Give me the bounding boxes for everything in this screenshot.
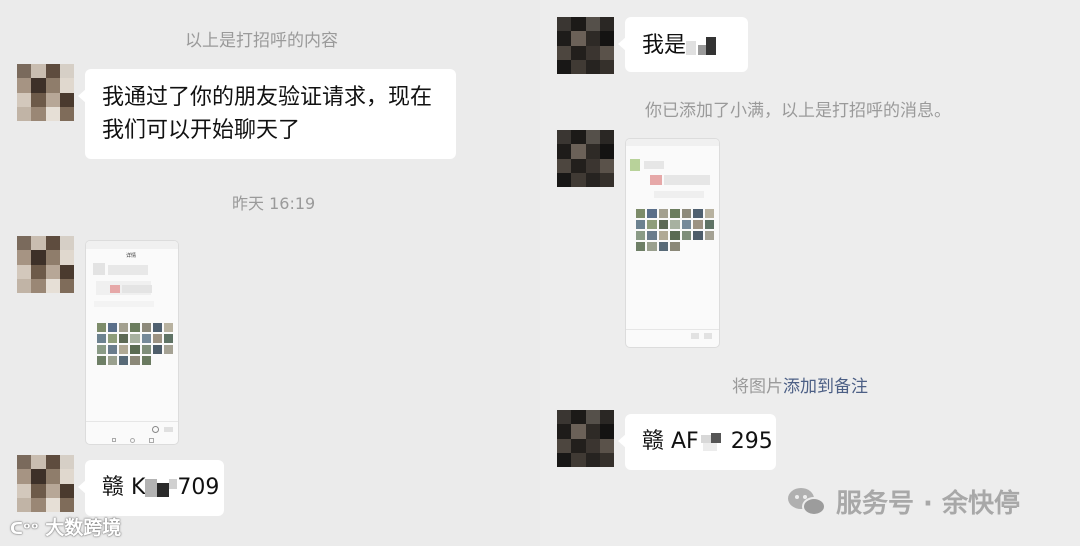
emoji-icon bbox=[152, 426, 159, 433]
timestamp: 昨天 16:19 bbox=[232, 194, 316, 213]
photo-grid bbox=[636, 209, 714, 251]
intro-text: 我是 bbox=[642, 33, 687, 58]
wechat-icon bbox=[788, 486, 828, 518]
nav-back-icon bbox=[112, 438, 116, 442]
left-chat-panel: 以上是打招呼的内容 我通过了你的朋友验证请求，现在 我们可以开始聊天了 昨天 1… bbox=[0, 0, 540, 546]
screenshot-title: 详情 bbox=[126, 253, 137, 259]
watermark-logo-icon: ᑕᵒᵒ bbox=[10, 519, 39, 538]
censored-mosaic bbox=[686, 35, 718, 57]
message-bubble-plate-number[interactable]: 赣 AF 295 bbox=[618, 414, 776, 470]
message-text-line: 我通过了你的朋友验证请求，现在 bbox=[102, 85, 433, 110]
add-to-remark-link[interactable]: 添加到备注 bbox=[783, 377, 868, 397]
screenshot-image-message[interactable]: 详情 bbox=[85, 240, 179, 445]
censored-mosaic bbox=[145, 477, 178, 499]
plate-prefix: 赣 K bbox=[102, 475, 146, 500]
image-remark-prefix: 将图片 bbox=[732, 377, 783, 397]
plate-suffix: 709 bbox=[177, 475, 220, 500]
nav-recent-icon bbox=[149, 438, 154, 443]
contact-avatar[interactable] bbox=[17, 455, 74, 512]
plate-suffix: 295 bbox=[730, 429, 773, 454]
contact-avatar[interactable] bbox=[17, 236, 74, 293]
message-bubble-plate-number[interactable]: 赣 K 709 bbox=[78, 460, 224, 516]
nav-home-icon bbox=[130, 438, 135, 443]
right-chat-panel: 我是 你已添加了小满，以上是打招呼的消息。 将图片添加到备注 赣 AF 295 bbox=[540, 0, 1080, 546]
watermark-left-text: 大数跨境 bbox=[45, 517, 122, 539]
message-bubble-intro[interactable]: 我是 bbox=[618, 17, 748, 72]
image-remark-action: 将图片添加到备注 bbox=[732, 372, 868, 397]
system-added-notice: 你已添加了小满，以上是打招呼的消息。 bbox=[645, 101, 951, 121]
contact-avatar[interactable] bbox=[557, 410, 614, 467]
system-greeting-notice: 以上是打招呼的内容 bbox=[185, 31, 338, 51]
photo-grid bbox=[97, 323, 173, 365]
contact-avatar[interactable] bbox=[557, 130, 614, 187]
watermark-right-text: 服务号 · 余快停 bbox=[836, 489, 1020, 519]
message-text-line: 我们可以开始聊天了 bbox=[102, 118, 301, 143]
plate-prefix: 赣 AF bbox=[642, 429, 699, 454]
watermark-left: ᑕᵒᵒ 大数跨境 bbox=[10, 513, 121, 540]
contact-avatar[interactable] bbox=[557, 17, 614, 74]
contact-avatar[interactable] bbox=[17, 64, 74, 121]
message-bubble-friend-accepted[interactable]: 我通过了你的朋友验证请求，现在 我们可以开始聊天了 bbox=[78, 69, 456, 159]
screenshot-image-message[interactable] bbox=[625, 138, 720, 348]
censored-mosaic bbox=[699, 431, 731, 453]
watermark-right: 服务号 · 余快停 bbox=[788, 483, 1020, 520]
